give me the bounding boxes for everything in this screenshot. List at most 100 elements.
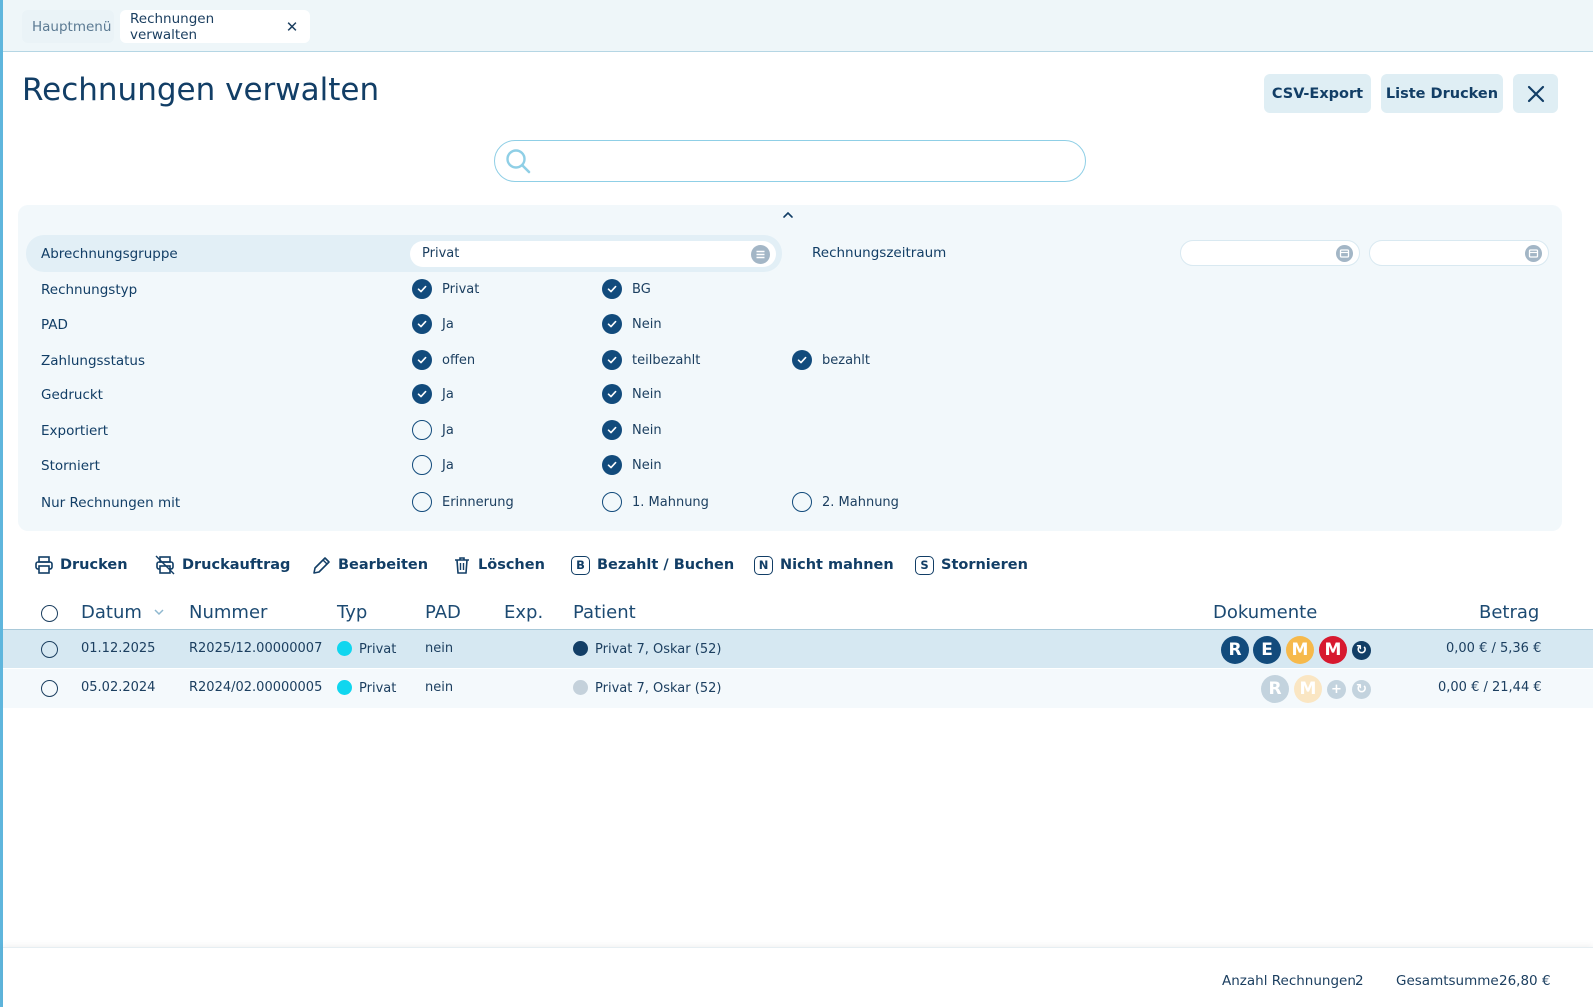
type-dot-icon bbox=[337, 641, 352, 656]
filter-option-checkbox[interactable]: Ja bbox=[412, 314, 454, 334]
column-date[interactable]: Datum bbox=[81, 602, 165, 623]
filter-option-label: BG bbox=[632, 281, 651, 297]
filter-label: Gedruckt bbox=[41, 387, 103, 403]
letter-n-icon: N bbox=[754, 555, 773, 575]
row-select-radio[interactable] bbox=[41, 680, 58, 697]
column-date-label: Datum bbox=[81, 602, 142, 623]
column-documents[interactable]: Dokumente bbox=[1213, 602, 1317, 623]
close-button[interactable] bbox=[1513, 74, 1558, 113]
doc-reminder-icon[interactable]: M bbox=[1286, 636, 1314, 664]
filter-option-checkbox[interactable]: Nein bbox=[602, 384, 662, 404]
select-all-radio[interactable] bbox=[41, 605, 58, 622]
tab-hauptmenue[interactable]: Hauptmenü bbox=[22, 10, 114, 43]
edit-label: Bearbeiten bbox=[338, 557, 429, 573]
person-icon bbox=[573, 641, 588, 656]
filter-option-label: Ja bbox=[442, 316, 454, 332]
calendar-icon[interactable] bbox=[1525, 245, 1542, 262]
tab-bar: Hauptmenü Rechnungen verwalten ✕ bbox=[3, 0, 1593, 52]
filter-option-label: Ja bbox=[442, 422, 454, 438]
filter-option-checkbox[interactable]: offen bbox=[412, 350, 475, 370]
csv-export-button[interactable]: CSV-Export bbox=[1264, 74, 1371, 113]
column-type[interactable]: Typ bbox=[337, 602, 367, 623]
column-patient[interactable]: Patient bbox=[573, 602, 636, 623]
total-sum-value: 26,80 € bbox=[1499, 973, 1551, 989]
filter-option-label: offen bbox=[442, 352, 476, 368]
table-row[interactable]: 05.02.2024 R2024/02.00000005 Privat nein… bbox=[3, 669, 1593, 708]
table-row[interactable]: 01.12.2025 R2025/12.00000007 Privat nein… bbox=[3, 630, 1593, 668]
no-dunning-button[interactable]: N Nicht mahnen bbox=[754, 552, 894, 578]
filter-option-checkbox[interactable]: Ja bbox=[412, 420, 454, 440]
chevron-up-icon[interactable] bbox=[780, 207, 796, 223]
row-amount: 0,00 € / 21,44 € bbox=[1438, 680, 1542, 695]
row-number: R2025/12.00000007 bbox=[189, 641, 323, 656]
doc-invoice-icon[interactable]: R bbox=[1221, 636, 1249, 664]
checkbox-unchecked-icon bbox=[412, 492, 432, 512]
checkbox-checked-icon bbox=[602, 350, 622, 370]
footer-summary: Anzahl Rechnungen 2 Gesamtsumme 26,80 € bbox=[3, 947, 1593, 1007]
row-amount: 0,00 € / 5,36 € bbox=[1446, 641, 1542, 656]
total-sum-label: Gesamtsumme bbox=[1396, 973, 1499, 989]
filter-label: Rechnungstyp bbox=[41, 282, 138, 298]
period-from-date[interactable] bbox=[1180, 240, 1360, 266]
row-pad: nein bbox=[425, 641, 454, 656]
print-job-button[interactable]: Druckauftrag bbox=[154, 552, 290, 578]
list-menu-icon[interactable] bbox=[751, 245, 770, 264]
print-job-label: Druckauftrag bbox=[182, 557, 291, 573]
filter-option-label: Erinnerung bbox=[442, 494, 514, 510]
period-to-date[interactable] bbox=[1369, 240, 1549, 266]
column-number[interactable]: Nummer bbox=[189, 602, 267, 623]
delete-button[interactable]: Löschen bbox=[452, 552, 545, 578]
filter-label: PAD bbox=[41, 317, 68, 333]
tab-rechnungen-verwalten[interactable]: Rechnungen verwalten ✕ bbox=[120, 10, 310, 43]
filter-option-checkbox[interactable]: Erinnerung bbox=[412, 492, 514, 512]
add-icon[interactable]: + bbox=[1327, 680, 1346, 699]
filter-option-checkbox[interactable]: 1. Mahnung bbox=[602, 492, 709, 512]
row-patient-label: Privat 7, Oskar (52) bbox=[595, 681, 722, 696]
print-list-button[interactable]: Liste Drucken bbox=[1381, 74, 1503, 113]
checkbox-unchecked-icon bbox=[792, 492, 812, 512]
filter-option-checkbox[interactable]: Ja bbox=[412, 384, 454, 404]
search-input[interactable] bbox=[541, 147, 1071, 175]
filter-option-checkbox[interactable]: Nein bbox=[602, 420, 662, 440]
trash-icon bbox=[455, 557, 469, 574]
row-date: 05.02.2024 bbox=[81, 680, 156, 695]
pencil-icon bbox=[313, 556, 330, 574]
column-exp[interactable]: Exp. bbox=[504, 602, 543, 623]
filter-option-checkbox[interactable]: Privat bbox=[412, 279, 479, 299]
edit-button[interactable]: Bearbeiten bbox=[311, 552, 428, 578]
filter-option-checkbox[interactable]: Nein bbox=[602, 455, 662, 475]
filter-option-checkbox[interactable]: Nein bbox=[602, 314, 662, 334]
invoice-period-label: Rechnungszeitraum bbox=[812, 245, 947, 261]
print-button[interactable]: Drucken bbox=[34, 552, 128, 578]
column-amount[interactable]: Betrag bbox=[1479, 602, 1539, 623]
doc-invoice-icon[interactable]: R bbox=[1261, 675, 1289, 703]
refresh-icon[interactable]: ↻ bbox=[1352, 641, 1371, 660]
cancel-invoice-button[interactable]: S Stornieren bbox=[915, 552, 1028, 578]
row-pad: nein bbox=[425, 680, 454, 695]
row-patient[interactable]: Privat 7, Oskar (52) bbox=[573, 641, 721, 657]
filter-option-checkbox[interactable]: BG bbox=[602, 279, 651, 299]
filter-option-label: Ja bbox=[442, 386, 454, 402]
row-patient[interactable]: Privat 7, Oskar (52) bbox=[573, 680, 721, 696]
billing-group-select[interactable]: Privat bbox=[410, 241, 776, 267]
chevron-down-icon bbox=[154, 609, 164, 616]
print-label: Drucken bbox=[60, 557, 128, 573]
filter-option-label: 2. Mahnung bbox=[822, 494, 899, 510]
doc-e-icon[interactable]: E bbox=[1253, 636, 1281, 664]
search-box bbox=[494, 140, 1086, 182]
doc-reminder-icon[interactable]: M bbox=[1294, 675, 1322, 703]
column-pad[interactable]: PAD bbox=[425, 602, 461, 623]
refresh-icon[interactable]: ↻ bbox=[1352, 680, 1371, 699]
filter-option-checkbox[interactable]: Ja bbox=[412, 455, 454, 475]
filter-option-label: Nein bbox=[632, 457, 662, 473]
paid-book-button[interactable]: B Bezahlt / Buchen bbox=[571, 552, 734, 578]
calendar-icon[interactable] bbox=[1336, 245, 1353, 262]
tab-close-icon[interactable]: ✕ bbox=[284, 18, 300, 36]
filter-option-label: Nein bbox=[632, 316, 662, 332]
filter-option-checkbox[interactable]: 2. Mahnung bbox=[792, 492, 899, 512]
doc-dunning-icon[interactable]: M bbox=[1319, 636, 1347, 664]
row-select-radio[interactable] bbox=[41, 641, 58, 658]
filter-option-checkbox[interactable]: teilbezahlt bbox=[602, 350, 700, 370]
filter-option-label: Privat bbox=[442, 281, 480, 297]
filter-option-checkbox[interactable]: bezahlt bbox=[792, 350, 870, 370]
